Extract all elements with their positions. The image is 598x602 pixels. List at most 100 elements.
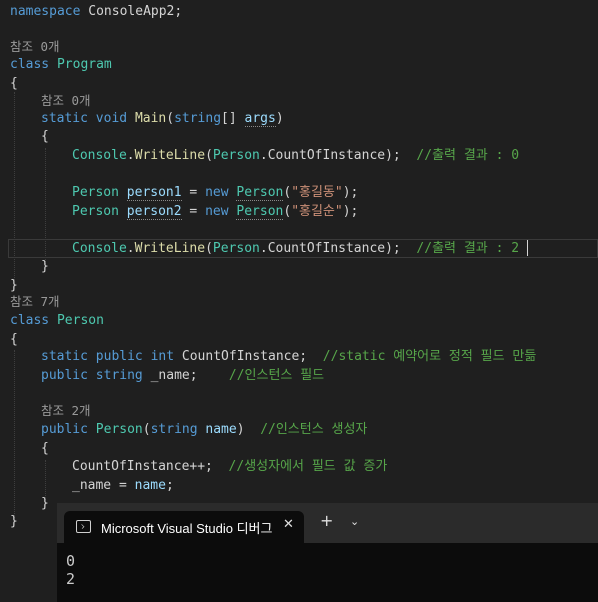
terminal-icon [76,520,91,533]
keyword: int [150,349,175,364]
punctuation: ( [205,148,213,163]
comment: //인스턴스 생성자 [260,422,368,437]
text-caret [527,240,528,256]
keyword: public [41,422,88,437]
statement: _name = [72,478,135,493]
codelens-references[interactable]: 참조 0개 [41,92,91,110]
punctuation: = [181,204,206,219]
code-line-person2: Person person2 = new Person("홍길순"); [72,203,358,221]
field-name: CountOfInstance [267,241,386,256]
codelens-references[interactable]: 참조 0개 [10,38,60,56]
keyword: static [41,349,88,364]
close-icon[interactable]: ✕ [283,517,294,532]
punctuation: . [126,241,135,256]
statement: CountOfInstance++; [72,459,213,474]
code-line-constructor: public Person(string name) //인스턴스 생성자 [41,421,367,439]
punctuation: . [259,241,268,256]
field-name: CountOfInstance; [181,349,308,364]
code-line-assign: _name = name; [72,477,174,495]
class-name: Person [56,313,104,328]
variable: person2 [126,204,182,220]
type-name: Person [212,241,260,256]
codelens-references[interactable]: 참조 2개 [41,402,91,420]
keyword: string [150,422,198,437]
code-line-writeline-2: Console.WriteLine(Person.CountOfInstance… [72,240,519,258]
keyword: string [174,111,222,126]
class-name: Program [56,57,112,72]
parameter: name [134,478,166,493]
type-name: Console [72,241,127,256]
string-literal: "홍길순" [291,204,343,219]
chevron-down-icon[interactable]: ⌄ [350,515,359,528]
new-tab-icon[interactable]: + [320,513,333,529]
field-name: CountOfInstance [267,148,386,163]
keyword: new [205,204,229,219]
punctuation: = [181,185,206,200]
keyword: class [10,313,50,328]
keyword: string [95,368,143,383]
parameter: args [244,111,276,127]
open-brace: { [41,441,49,456]
punctuation: ( [283,185,292,200]
punctuation: ); [385,241,401,256]
type-name: Person [95,422,143,437]
field-name: _name; [150,368,198,383]
punctuation: ( [166,111,175,126]
punctuation: ; [165,478,174,493]
keyword: void [95,111,128,126]
type-name: Console [72,148,127,163]
punctuation: ); [385,148,401,163]
close-brace: } [10,514,18,529]
type-name: Person [72,185,119,200]
console-output-line: 0 [66,552,76,570]
keyword: public [41,368,88,383]
comment: //출력 결과 : 0 [416,148,520,163]
punctuation: ); [342,204,359,219]
comment: //생성자에서 필드 값 증가 [228,459,388,474]
code-line-increment: CountOfInstance++; //생성자에서 필드 값 증가 [72,458,387,476]
type-name: Person [236,185,284,201]
comment: //출력 결과 : 2 [416,241,520,256]
variable: person1 [126,185,182,201]
open-brace: { [10,76,18,91]
indent-guide [14,350,15,518]
punctuation: . [259,148,268,163]
method-name: WriteLine [134,148,206,163]
open-brace: { [10,332,18,347]
codelens-references[interactable]: 참조 7개 [10,293,60,311]
code-line-person1: Person person1 = new Person("홍길동"); [72,184,358,202]
keyword: public [95,349,143,364]
console-output-line: 2 [66,570,76,588]
punctuation: ( [283,204,292,219]
code-line-class-person: class Person [10,312,104,330]
punctuation: ( [142,422,151,437]
close-brace: } [41,259,49,274]
code-line-class-program: class Program [10,56,112,74]
close-brace: } [41,496,49,511]
method-name: WriteLine [134,241,206,256]
open-brace: { [41,129,49,144]
debug-console-window[interactable]: Microsoft Visual Studio 디버그 ✕ + ⌄ 0 2 [57,503,598,602]
punctuation: ) [275,111,284,126]
code-line-main: static void Main(string[] args) [41,110,284,128]
keyword: static [41,111,88,126]
type-name: Person [212,148,260,163]
comment: //인스턴스 필드 [228,368,325,383]
method-name: Main [134,111,167,126]
terminal-tab-bar: Microsoft Visual Studio 디버그 ✕ + ⌄ [57,503,598,543]
punctuation: ); [342,185,359,200]
keyword: new [205,185,229,200]
punctuation: ) [236,422,245,437]
indent-guide [45,460,46,500]
terminal-tab[interactable]: Microsoft Visual Studio 디버그 ✕ [64,511,304,543]
punctuation: [] [221,111,245,126]
code-line-writeline-1: Console.WriteLine(Person.CountOfInstance… [72,147,519,165]
type-name: Person [72,204,119,219]
punctuation: ( [205,241,213,256]
code-line-static-field: static public int CountOfInstance; //sta… [41,348,536,366]
parameter: name [205,422,237,437]
code-line-namespace: namespace ConsoleApp2; [10,3,182,21]
comment: //static 예약어로 정적 필드 만듦 [322,349,537,364]
code-line-instance-field: public string _name; //인스턴스 필드 [41,367,324,385]
string-literal: "홍길동" [291,185,343,200]
